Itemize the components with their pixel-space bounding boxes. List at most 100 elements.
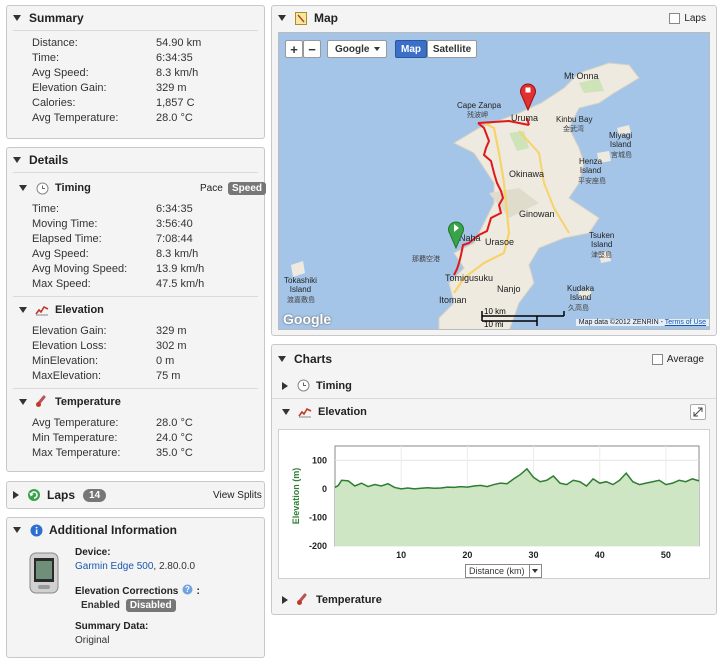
map-header[interactable]: Map Laps [272, 6, 716, 30]
elevation-row: MaxElevation: 75 m [32, 368, 264, 383]
expand-chart-icon[interactable] [690, 404, 706, 420]
elevation-title: Elevation [55, 304, 104, 316]
row-label: Avg Speed: [32, 66, 89, 79]
distance-axis-select[interactable]: Distance (km) [465, 564, 542, 578]
timing-chart-header[interactable]: Timing [272, 373, 716, 399]
elevation-header[interactable]: Elevation [7, 299, 264, 321]
place-label: Kudaka Island [567, 284, 595, 302]
end-marker-icon[interactable] [519, 81, 537, 114]
average-toggle[interactable]: Average [651, 353, 704, 365]
place-label: Uruma [511, 113, 539, 123]
help-icon[interactable]: ? [182, 584, 193, 598]
additional-info-header[interactable]: Additional Information [7, 518, 264, 542]
clock-icon [35, 181, 49, 195]
summary-header[interactable]: Summary [7, 6, 264, 30]
x-tick-label: 20 [462, 550, 472, 560]
row-label: Elevation Gain: [32, 324, 107, 337]
terms-link[interactable]: Terms of Use [665, 319, 706, 326]
charts-header[interactable]: Charts Average [272, 345, 716, 373]
collapse-triangle-icon[interactable] [278, 356, 286, 362]
elevation-chart-header[interactable]: Elevation [272, 399, 716, 425]
map-canvas [279, 33, 709, 329]
collapse-triangle-icon[interactable] [19, 399, 27, 405]
expand-triangle-icon[interactable] [282, 596, 288, 604]
row-value: 8.3 km/h [156, 247, 199, 260]
info-icon [29, 523, 43, 537]
collapse-triangle-icon[interactable] [19, 185, 27, 191]
timing-rows: Time: 6:34:35 Moving Time: 3:56:40 Elapsed… [7, 199, 264, 291]
satellite-type-button[interactable]: Satellite [427, 40, 477, 58]
collapse-triangle-icon[interactable] [19, 307, 27, 313]
collapse-triangle-icon[interactable] [13, 527, 21, 533]
collapse-triangle-icon[interactable] [13, 15, 21, 21]
collapse-triangle-icon[interactable] [282, 409, 290, 415]
place-label: Tsuken Island [589, 231, 615, 249]
timing-row: Avg Speed: 8.3 km/h [32, 246, 264, 261]
map-type-button[interactable]: Map [395, 40, 427, 58]
timing-row: Time: 6:34:35 [32, 201, 264, 216]
collapse-triangle-icon[interactable] [278, 15, 286, 21]
place-label: 平安座島 [578, 178, 606, 185]
row-label: Time: [32, 202, 60, 215]
summary-row: Distance: 54.90 km [32, 35, 264, 50]
divider [13, 172, 258, 173]
details-header[interactable]: Details [7, 148, 264, 172]
scale-km: 10 km [484, 307, 506, 316]
zoom-out-button[interactable]: − [303, 40, 321, 58]
device-label: Device: [75, 547, 111, 558]
average-checkbox[interactable] [651, 353, 663, 365]
temperature-header[interactable]: Temperature [7, 391, 264, 413]
enabled-option[interactable]: Enabled [81, 600, 120, 611]
timing-row: Avg Moving Speed: 13.9 km/h [32, 261, 264, 276]
map-view[interactable]: Mt Onna Cape Zanpa 残波岬 Uruma Kinbu Bay 金… [278, 32, 710, 330]
row-value: 302 m [156, 339, 187, 352]
details-panel: Details Timing Pace Speed Time: 6:34:35 M… [6, 147, 267, 472]
laps-checkbox-label: Laps [684, 12, 706, 24]
scale-mi: 10 mi [484, 320, 504, 329]
pace-toggle[interactable]: Pace [200, 183, 223, 194]
disabled-option[interactable]: Disabled [125, 599, 176, 612]
map-provider-select[interactable]: Google [327, 40, 387, 58]
collapse-triangle-icon[interactable] [13, 157, 21, 163]
temperature-chart-header[interactable]: Temperature [272, 587, 716, 613]
timing-row: Moving Time: 3:56:40 [32, 216, 264, 231]
summary-data-label: Summary Data: [75, 621, 149, 632]
row-value: 75 m [156, 369, 181, 382]
speed-toggle[interactable]: Speed [228, 181, 267, 195]
temperature-chart-title: Temperature [316, 594, 382, 606]
row-value: 8.3 km/h [156, 66, 199, 79]
average-label: Average [666, 353, 704, 365]
summary-panel: Summary Distance: 54.90 km Time: 6:34:35 A… [6, 5, 265, 139]
summary-row: Avg Temperature: 28.0 °C [32, 110, 264, 125]
device-link[interactable]: Garmin Edge 500 [75, 561, 153, 572]
map-laps-toggle[interactable]: Laps [669, 12, 706, 24]
row-value: 47.5 km/h [156, 277, 205, 290]
provider-label: Google [335, 43, 370, 55]
y-tick-label: 0 [322, 484, 327, 494]
expand-triangle-icon[interactable] [13, 491, 19, 499]
details-title: Details [29, 153, 69, 167]
colon-text: : [196, 585, 201, 597]
divider [13, 388, 258, 389]
place-label: 渡嘉敷島 [287, 297, 315, 304]
additional-info-panel: Additional Information Device: Garmin Ed… [6, 517, 265, 658]
expand-triangle-icon[interactable] [282, 381, 288, 390]
laps-checkbox[interactable] [669, 12, 681, 24]
zoom-in-button[interactable]: + [285, 40, 303, 58]
laps-count-badge: 14 [83, 488, 107, 502]
charts-title: Charts [294, 352, 333, 366]
start-marker-icon[interactable] [447, 219, 465, 252]
elevation-icon [298, 405, 312, 419]
place-label: Okinawa [509, 169, 545, 179]
place-label: 久高島 [568, 305, 589, 312]
view-splits-link[interactable]: View Splits [213, 490, 262, 501]
temperature-row: Avg Temperature: 28.0 °C [32, 415, 264, 430]
place-label: 津堅島 [591, 252, 612, 259]
timing-header[interactable]: Timing Pace Speed [7, 177, 267, 199]
row-label: Elevation Loss: [32, 339, 107, 352]
timing-title: Timing [55, 182, 91, 194]
additional-info-title: Additional Information [49, 523, 177, 537]
laps-header[interactable]: Laps 14 View Splits [7, 482, 264, 508]
row-label: Avg Speed: [32, 247, 89, 260]
y-tick-label: 100 [312, 455, 327, 465]
